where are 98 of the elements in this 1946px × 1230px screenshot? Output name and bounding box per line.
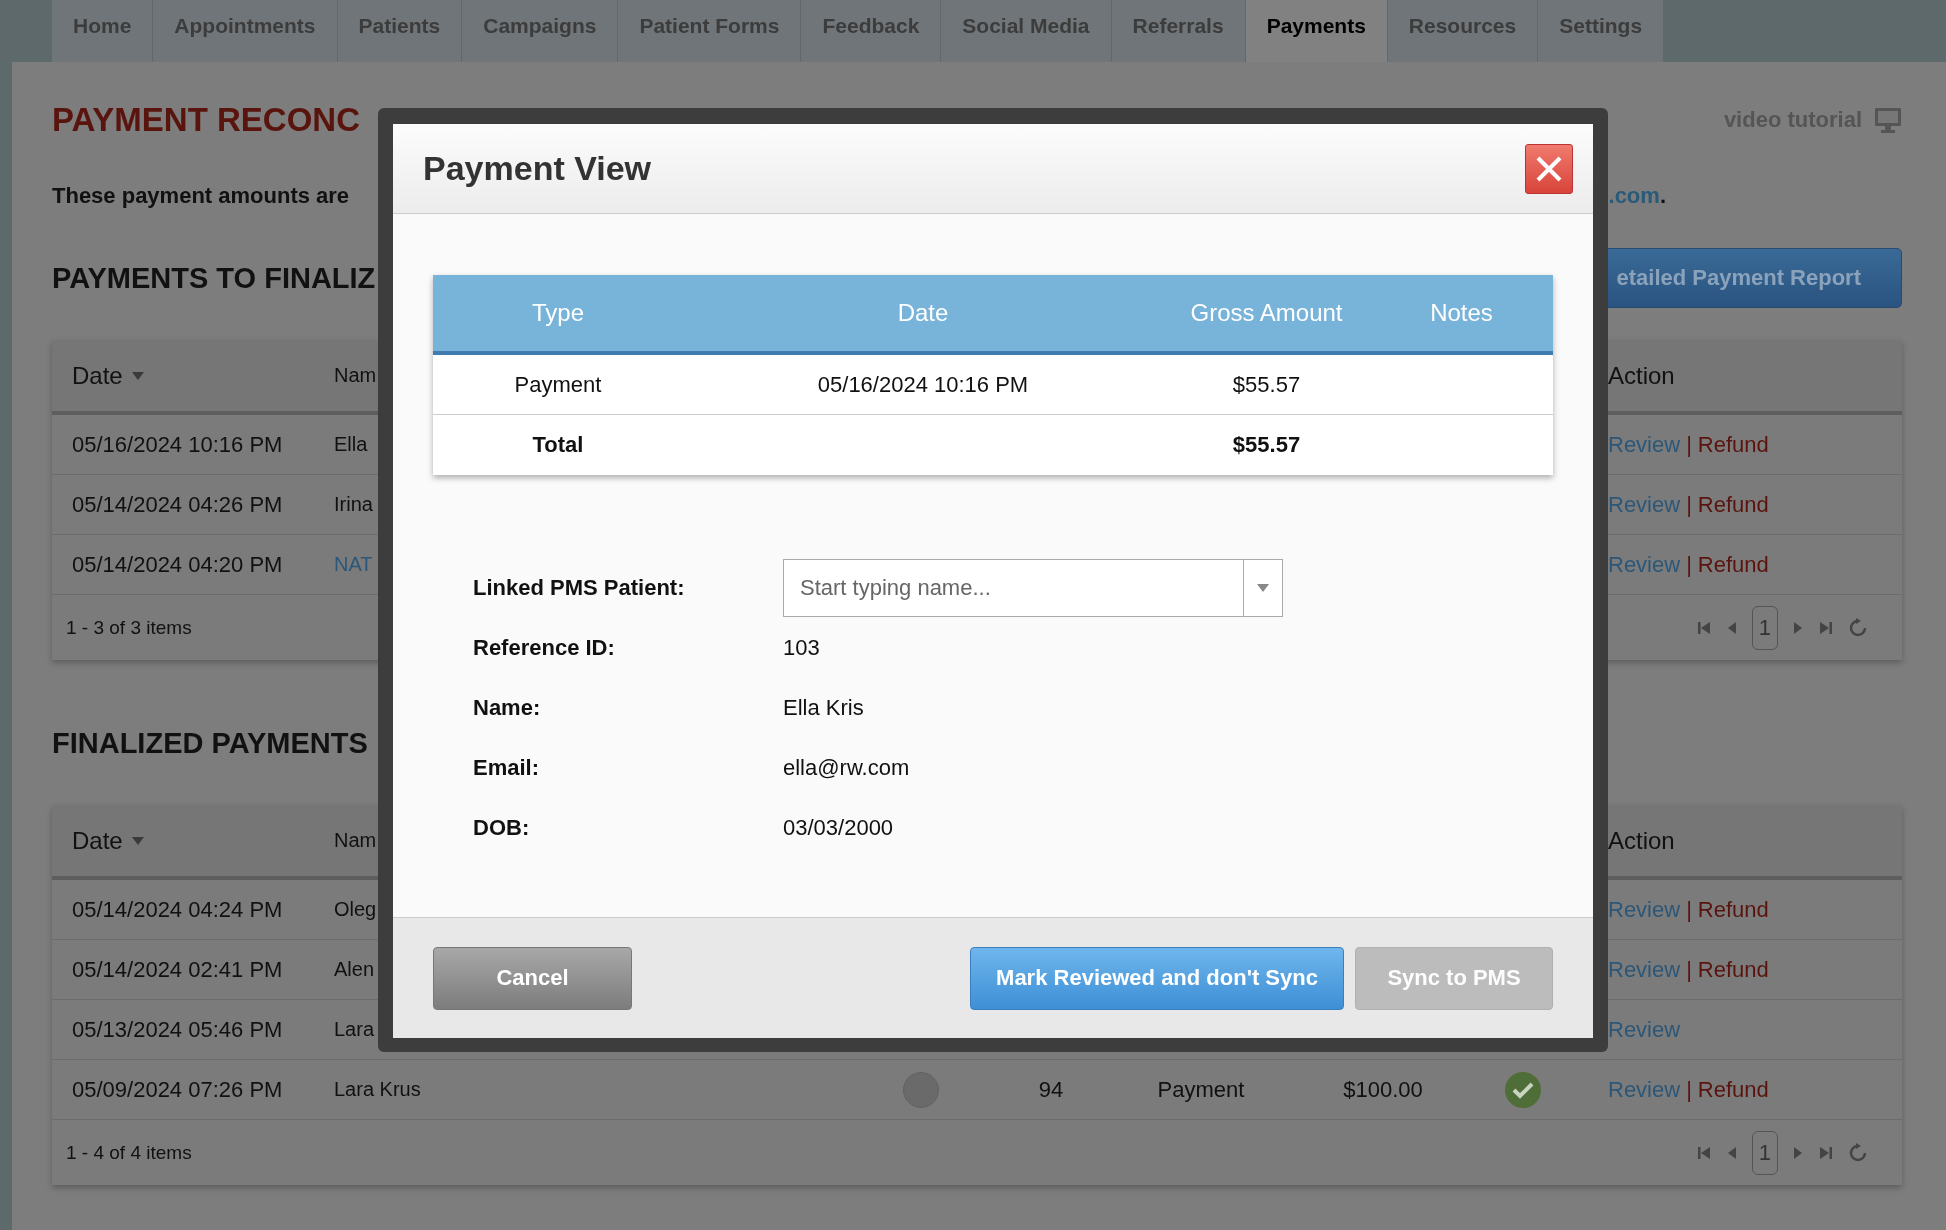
last-page-icon[interactable]: [1818, 619, 1834, 636]
nav-tab[interactable]: Payments: [1245, 0, 1388, 62]
sort-icon: [130, 370, 145, 381]
link-separator: |: [1686, 956, 1692, 983]
table-cell: 05/14/2024 04:20 PM: [72, 551, 283, 578]
column-header: Notes: [1429, 299, 1494, 327]
first-page-icon[interactable]: [1695, 1144, 1712, 1161]
column-header[interactable]: Nam: [334, 364, 377, 387]
field-label: DOB:: [473, 815, 531, 841]
last-page-icon[interactable]: [1818, 1144, 1834, 1161]
table-cell: Total: [532, 432, 584, 457]
link-separator: |: [1686, 551, 1692, 578]
table-cell: Alen: [334, 958, 375, 981]
column-header: Date: [896, 299, 950, 327]
review-link[interactable]: Review: [1608, 956, 1681, 983]
table-cell: 05/13/2024 05:46 PM: [72, 1016, 283, 1043]
nav-tab[interactable]: Appointments: [153, 0, 338, 62]
table-cell: 05/16/2024 10:16 PM: [817, 371, 1029, 397]
nav-tab[interactable]: Referrals: [1111, 0, 1246, 62]
field-label: Name:: [473, 695, 542, 721]
field-label: Linked PMS Patient:: [473, 575, 686, 601]
page-number[interactable]: 1: [1751, 605, 1778, 650]
table-cell: Lara Krus: [334, 1078, 421, 1101]
caret-icon: [1256, 583, 1270, 593]
nav-tab[interactable]: Patient Forms: [618, 0, 802, 62]
column-header[interactable]: Nam: [334, 829, 377, 852]
first-page-icon[interactable]: [1695, 619, 1712, 636]
email-link[interactable]: .com: [1608, 183, 1660, 208]
table-cell-text: 94: [1037, 1076, 1065, 1103]
table-cell: Ella: [334, 433, 368, 456]
table-cell: Lara: [334, 1018, 375, 1041]
table-cell: 05/09/2024 07:26 PM: [72, 1076, 283, 1103]
refund-link[interactable]: Refund: [1697, 491, 1769, 518]
link-separator: |: [1686, 1076, 1692, 1103]
refresh-icon[interactable]: [1848, 1142, 1868, 1163]
table-cell-text: $100.00: [1342, 1076, 1424, 1103]
refresh-icon[interactable]: [1848, 617, 1868, 638]
field-label: Reference ID:: [473, 635, 616, 661]
refund-link[interactable]: Refund: [1697, 956, 1769, 983]
field-value: Ella Kris: [783, 695, 864, 721]
field-value: ella@rw.com: [783, 755, 910, 781]
table-cell: Payment: [514, 371, 602, 397]
intro-text: These payment amounts are: [52, 182, 350, 210]
table-cell-text: Payment: [1156, 1076, 1246, 1103]
refund-link[interactable]: Refund: [1697, 896, 1769, 923]
monitor-icon: [1874, 107, 1902, 133]
field-value: 103: [783, 635, 820, 661]
nav-tab[interactable]: Feedback: [801, 0, 942, 62]
table-cell: 05/14/2024 02:41 PM: [72, 956, 283, 983]
field-value: 03/03/2000: [783, 815, 894, 841]
link-separator: |: [1686, 491, 1692, 518]
refund-link[interactable]: Refund: [1697, 1076, 1769, 1103]
column-header: Type: [531, 299, 585, 327]
cancel-button[interactable]: Cancel: [433, 946, 632, 1010]
table-cell: $55.57: [1232, 371, 1301, 397]
page-number[interactable]: 1: [1751, 1130, 1778, 1175]
nav-tab[interactable]: Campaigns: [462, 0, 619, 62]
nav-tab[interactable]: Patients: [337, 0, 463, 62]
review-link[interactable]: Review: [1608, 1076, 1681, 1103]
dropdown-button[interactable]: [1243, 559, 1283, 617]
review-link[interactable]: Review: [1608, 1016, 1681, 1043]
pager-summary: 1 - 3 of 3 items: [66, 616, 192, 639]
patient-link[interactable]: NAT: [334, 553, 373, 576]
patient-search-field[interactable]: Start typing name...: [783, 559, 1243, 617]
sort-icon: [130, 835, 145, 846]
table-cell: $55.57: [1232, 432, 1301, 457]
table-cell: 05/14/2024 04:24 PM: [72, 896, 283, 923]
field-label: Email:: [473, 755, 541, 781]
nav-tab[interactable]: Home: [52, 0, 154, 62]
refund-link[interactable]: Refund: [1697, 551, 1769, 578]
review-link[interactable]: Review: [1608, 491, 1681, 518]
table-cell: Irina: [334, 493, 373, 516]
review-link[interactable]: Review: [1608, 896, 1681, 923]
action-button[interactable]: Mark Reviewed and don't Sync: [970, 946, 1344, 1010]
close-icon: [1535, 154, 1563, 183]
table-cell: 05/14/2024 04:26 PM: [72, 491, 283, 518]
section-title: PAYMENTS TO FINALIZ: [52, 261, 376, 295]
table-cell: Oleg: [334, 898, 377, 921]
nav-tab[interactable]: Settings: [1538, 0, 1665, 62]
table-cell: 05/16/2024 10:16 PM: [72, 431, 283, 458]
close-button[interactable]: [1525, 143, 1573, 194]
link-separator: |: [1686, 896, 1692, 923]
nav-tab[interactable]: Social Media: [941, 0, 1112, 62]
page-title: PAYMENT RECONC: [52, 100, 361, 140]
link-separator: |: [1686, 431, 1692, 458]
column-header[interactable]: Date: [72, 826, 145, 855]
column-header[interactable]: Date: [72, 361, 145, 390]
intro-text: .: [1659, 183, 1666, 208]
next-page-icon[interactable]: [1792, 1144, 1804, 1161]
review-link[interactable]: Review: [1608, 431, 1681, 458]
nav-tab[interactable]: Resources: [1387, 0, 1539, 62]
next-page-icon[interactable]: [1792, 619, 1804, 636]
pager-summary: 1 - 4 of 4 items: [66, 1141, 192, 1164]
section-title: FINALIZED PAYMENTS: [52, 726, 368, 760]
review-link[interactable]: Review: [1608, 551, 1681, 578]
column-header: Gross Amount: [1189, 299, 1344, 327]
dialog-title: Payment View: [423, 149, 652, 188]
refund-link[interactable]: Refund: [1697, 431, 1769, 458]
